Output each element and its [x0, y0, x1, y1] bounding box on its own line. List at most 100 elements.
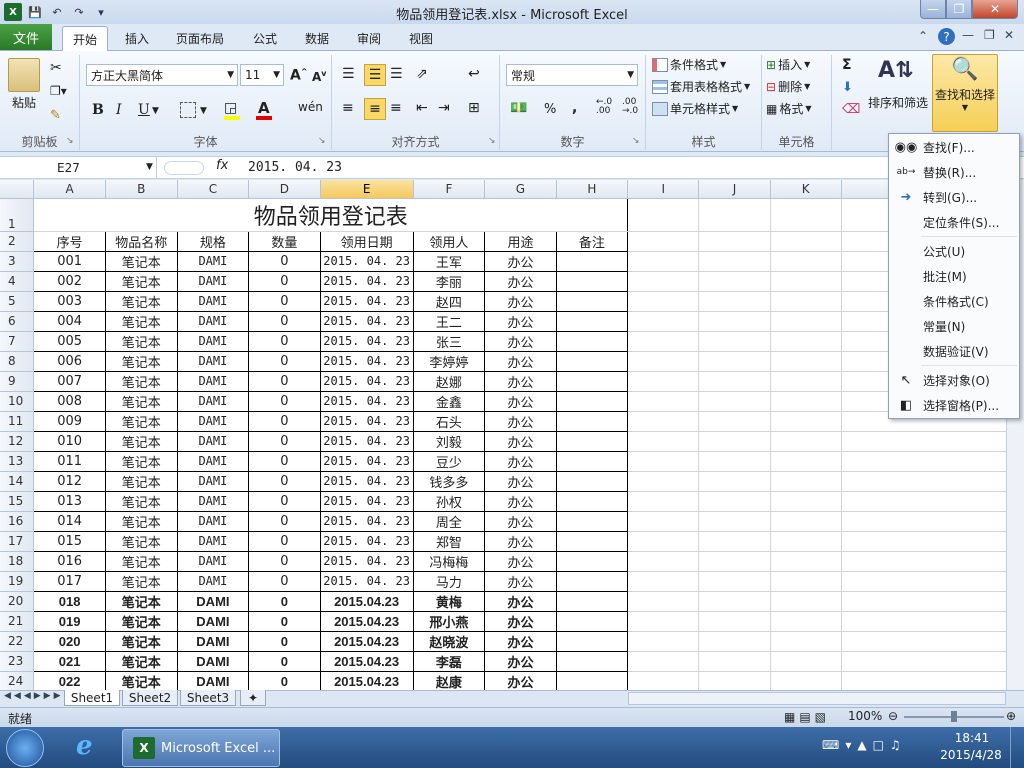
table-cell[interactable]	[555, 650, 629, 672]
empty-cell[interactable]	[627, 531, 700, 552]
empty-cell[interactable]	[627, 371, 700, 392]
table-cell[interactable]: 0	[248, 570, 321, 592]
align-left-icon[interactable]: ≡	[342, 100, 354, 116]
empty-cell[interactable]	[627, 351, 700, 372]
empty-cell[interactable]	[841, 611, 1010, 632]
zoom-out-icon[interactable]: ⊖	[888, 709, 898, 723]
table-cell[interactable]: 办公	[484, 330, 557, 352]
table-cell[interactable]: 001	[33, 250, 106, 272]
column-header[interactable]: F	[413, 180, 486, 199]
table-cell[interactable]: 办公	[484, 310, 557, 332]
table-cell[interactable]: DAMI	[176, 350, 250, 372]
empty-cell[interactable]	[841, 511, 1010, 532]
empty-cell[interactable]	[841, 591, 1010, 612]
table-cell[interactable]: 0	[248, 250, 321, 272]
table-cell[interactable]	[555, 550, 629, 572]
table-cell[interactable]: 办公	[484, 450, 557, 472]
table-cell[interactable]: 办公	[484, 510, 557, 532]
row-header[interactable]: 20	[0, 591, 35, 612]
empty-cell[interactable]	[770, 511, 842, 532]
empty-cell[interactable]	[770, 198, 842, 232]
table-cell[interactable]: 018	[33, 590, 106, 612]
table-cell[interactable]	[555, 310, 629, 332]
row-header[interactable]: 1	[0, 198, 35, 232]
empty-cell[interactable]	[698, 431, 771, 452]
zoom-level[interactable]: 100%	[848, 709, 882, 723]
table-cell[interactable]: DAMI	[176, 590, 250, 612]
empty-cell[interactable]	[841, 451, 1010, 472]
table-cell[interactable]: 李婷婷	[412, 350, 486, 372]
table-cell[interactable]: 豆少	[412, 450, 486, 472]
chevron-down-icon[interactable]: ▼	[200, 106, 207, 116]
table-cell[interactable]: 006	[33, 350, 106, 372]
table-cell[interactable]: 0	[248, 550, 321, 572]
underline-button[interactable]: U	[138, 102, 150, 118]
cut-icon[interactable]: ✂	[50, 60, 62, 76]
table-cell[interactable]: 0	[248, 670, 321, 690]
empty-cell[interactable]	[698, 571, 771, 592]
tab-view[interactable]: 视图	[400, 26, 442, 51]
table-cell[interactable]: 2015.04.23	[319, 670, 414, 690]
table-cell[interactable]: 2015.04.23	[319, 650, 414, 672]
taskbar-excel-button[interactable]: X Microsoft Excel ...	[122, 729, 280, 767]
table-cell[interactable]: 邢小燕	[412, 610, 486, 632]
empty-cell[interactable]	[841, 631, 1010, 652]
table-cell[interactable]: 2015. 04. 23	[319, 270, 414, 292]
align-top-icon[interactable]: ☰	[342, 66, 355, 82]
table-cell[interactable]: 笔记本	[104, 290, 178, 312]
tab-review[interactable]: 审阅	[348, 26, 390, 51]
empty-cell[interactable]	[627, 391, 700, 412]
table-cell[interactable]: 办公	[484, 370, 557, 392]
minimize-ribbon-icon[interactable]: ⌃	[918, 29, 928, 43]
doc-minimize-icon[interactable]: —	[962, 28, 974, 42]
table-cell[interactable]: 2015. 04. 23	[319, 250, 414, 272]
empty-cell[interactable]	[627, 431, 700, 452]
table-cell[interactable]: 0	[248, 350, 321, 372]
table-cell[interactable]: 黄梅	[412, 590, 486, 612]
table-cell[interactable]: DAMI	[176, 450, 250, 472]
empty-cell[interactable]	[770, 431, 842, 452]
table-cell[interactable]: 石头	[412, 410, 486, 432]
accounting-icon[interactable]: 💵	[510, 100, 527, 116]
table-cell[interactable]: 笔记本	[104, 610, 178, 632]
table-cell[interactable]: 020	[33, 630, 106, 652]
empty-cell[interactable]	[770, 651, 842, 672]
cell-grid[interactable]: A B C D E F G H I J K 1 物品领用登记表 2 序号 物品名称 规格 数量 领用日期 领用人 用途备…	[0, 180, 1010, 690]
table-cell[interactable]: 019	[33, 610, 106, 632]
empty-cell[interactable]	[627, 491, 700, 512]
row-header[interactable]: 19	[0, 571, 35, 592]
table-cell[interactable]	[555, 510, 629, 532]
row-header[interactable]: 11	[0, 411, 35, 432]
paste-button[interactable]: 粘贴	[12, 94, 36, 111]
align-middle-icon[interactable]: ☰	[364, 64, 386, 86]
empty-cell[interactable]	[627, 251, 700, 272]
grow-font-icon[interactable]: A^	[290, 67, 308, 84]
table-cell[interactable]	[555, 630, 629, 652]
table-cell[interactable]	[555, 670, 629, 690]
table-cell[interactable]: DAMI	[176, 490, 250, 512]
column-header[interactable]: B	[105, 180, 178, 199]
empty-cell[interactable]	[698, 591, 771, 612]
sheet-nav-icon[interactable]: ◀◀◀▶▶▶	[4, 691, 64, 701]
table-cell[interactable]: 017	[33, 570, 106, 592]
empty-cell[interactable]	[627, 291, 700, 312]
row-header[interactable]: 22	[0, 631, 35, 652]
minimize-button[interactable]: —	[920, 0, 946, 19]
table-cell[interactable]: 0	[248, 410, 321, 432]
fill-color-icon[interactable]: ◲	[224, 100, 237, 116]
table-cell[interactable]: 0	[248, 490, 321, 512]
column-header[interactable]: I	[627, 180, 700, 199]
format-cells-button[interactable]: ▦ 格式 ▼	[766, 100, 812, 117]
row-header[interactable]: 7	[0, 331, 35, 352]
empty-cell[interactable]	[627, 591, 700, 612]
empty-cell[interactable]	[698, 331, 771, 352]
table-cell[interactable]: 笔记本	[104, 310, 178, 332]
select-all-corner[interactable]	[0, 180, 35, 199]
table-cell[interactable]: 笔记本	[104, 470, 178, 492]
table-cell[interactable]: 笔记本	[104, 670, 178, 690]
table-cell[interactable]: 钱多多	[412, 470, 486, 492]
orientation-icon[interactable]: ⇗	[416, 66, 428, 82]
help-icon[interactable]: ?	[938, 28, 955, 45]
italic-button[interactable]: I	[116, 102, 122, 118]
column-header[interactable]: E	[320, 180, 414, 199]
